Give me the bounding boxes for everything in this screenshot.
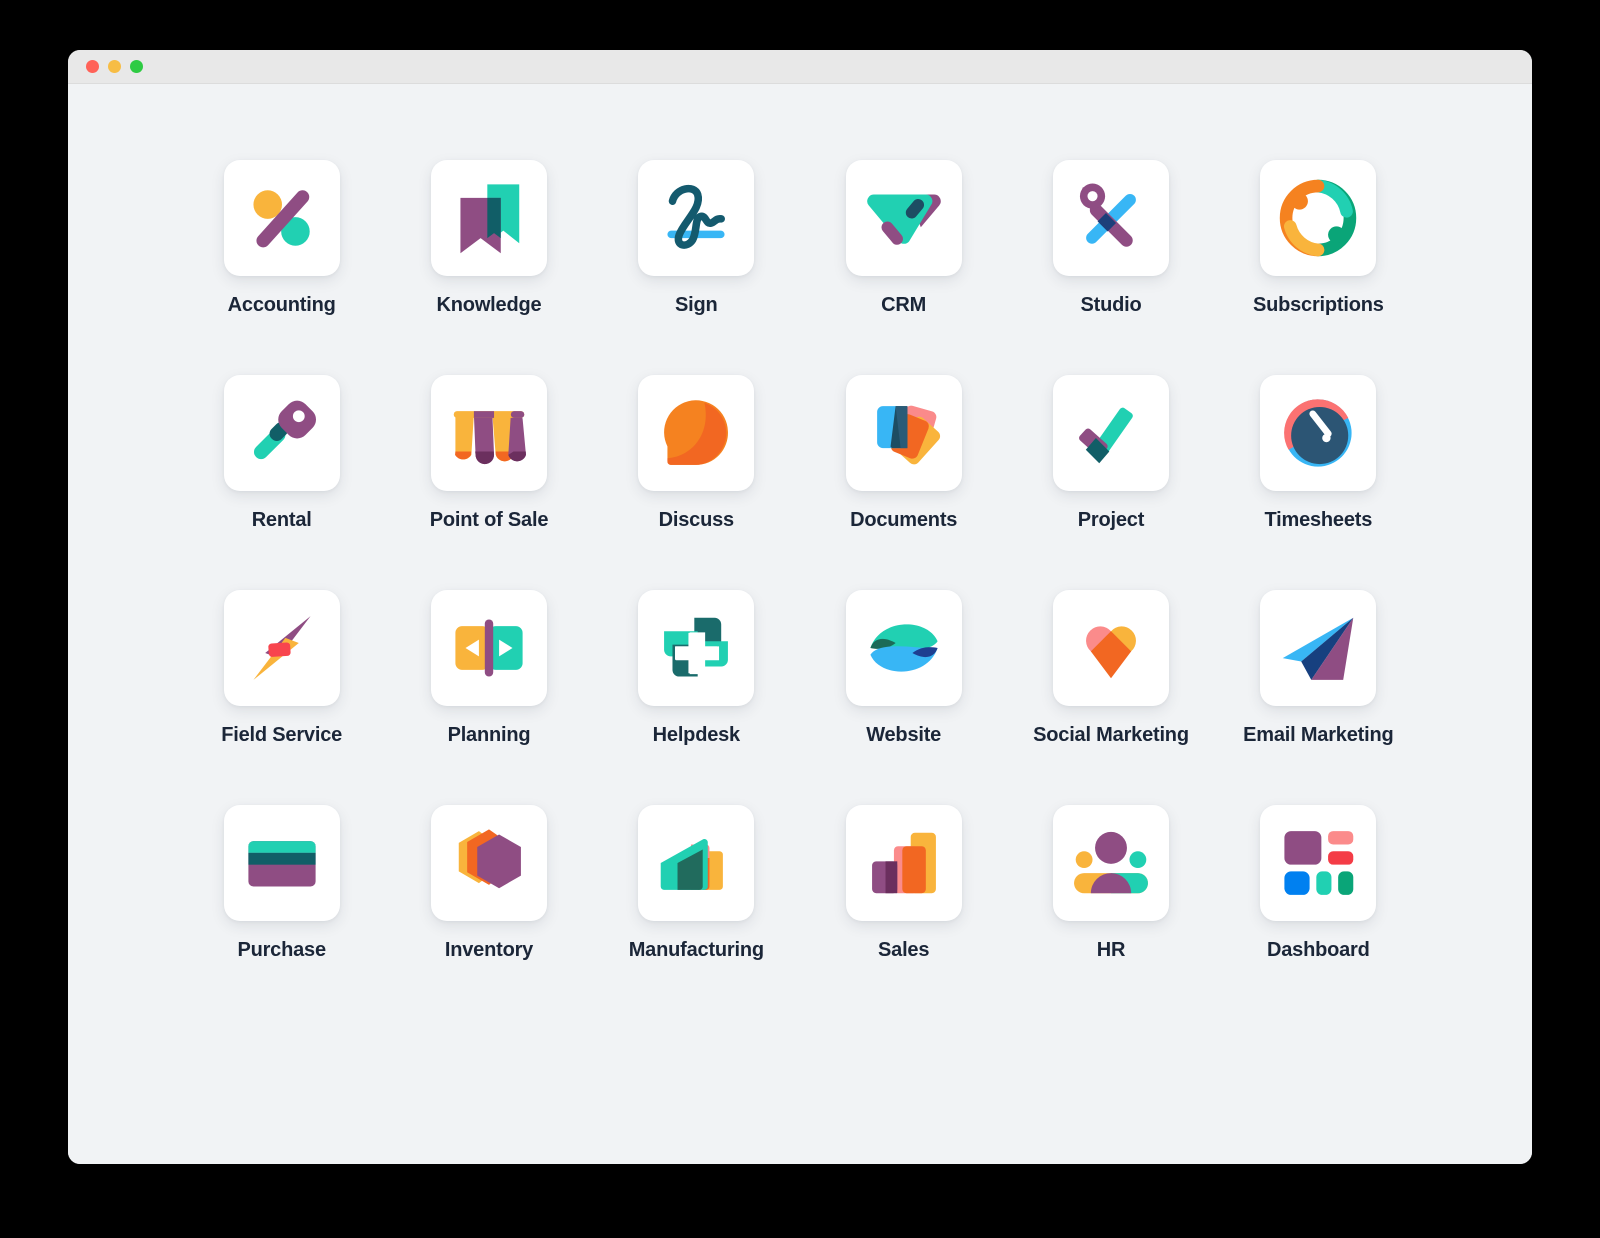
- discuss-icon[interactable]: [638, 375, 755, 491]
- app-item-inventory[interactable]: Inventory: [385, 805, 592, 1020]
- app-label: Documents: [850, 509, 958, 531]
- app-grid: Accounting Knowledge Sign CRM Studio Sub…: [178, 160, 1422, 1020]
- purchase-icon[interactable]: [223, 805, 340, 921]
- app-label: Dashboard: [1266, 939, 1370, 961]
- studio-icon[interactable]: [1052, 160, 1169, 276]
- dashboard-icon[interactable]: [1260, 805, 1377, 921]
- app-item-planning[interactable]: Planning: [385, 590, 592, 805]
- social-marketing-icon[interactable]: [1052, 590, 1169, 706]
- app-label: Planning: [447, 724, 531, 746]
- app-item-subscriptions[interactable]: Subscriptions: [1215, 160, 1422, 375]
- documents-icon[interactable]: [845, 375, 962, 491]
- zoom-window-button[interactable]: [130, 60, 143, 73]
- crm-icon[interactable]: [845, 160, 962, 276]
- app-item-rental[interactable]: Rental: [178, 375, 385, 590]
- app-item-dashboard[interactable]: Dashboard: [1215, 805, 1422, 1020]
- field-service-icon[interactable]: [223, 590, 340, 706]
- app-item-website[interactable]: Website: [800, 590, 1007, 805]
- window-titlebar: [68, 50, 1532, 84]
- app-item-documents[interactable]: Documents: [800, 375, 1007, 590]
- email-marketing-icon[interactable]: [1260, 590, 1377, 706]
- manufacturing-icon[interactable]: [638, 805, 755, 921]
- app-label: Manufacturing: [628, 939, 764, 961]
- app-label: Timesheets: [1264, 509, 1373, 531]
- app-label: Sales: [878, 939, 930, 961]
- project-icon[interactable]: [1052, 375, 1169, 491]
- app-item-hr[interactable]: HR: [1007, 805, 1214, 1020]
- app-item-social-marketing[interactable]: Social Marketing: [1007, 590, 1214, 805]
- app-window: Accounting Knowledge Sign CRM Studio Sub…: [68, 50, 1532, 1164]
- website-icon[interactable]: [845, 590, 962, 706]
- app-item-point-of-sale[interactable]: Point of Sale: [385, 375, 592, 590]
- app-grid-container: Accounting Knowledge Sign CRM Studio Sub…: [68, 84, 1532, 1164]
- app-label: Field Service: [221, 724, 343, 746]
- app-item-helpdesk[interactable]: Helpdesk: [593, 590, 800, 805]
- close-window-button[interactable]: [86, 60, 99, 73]
- timesheets-icon[interactable]: [1260, 375, 1377, 491]
- app-item-sales[interactable]: Sales: [800, 805, 1007, 1020]
- app-label: Helpdesk: [652, 724, 741, 746]
- hr-icon[interactable]: [1052, 805, 1169, 921]
- knowledge-icon[interactable]: [430, 160, 547, 276]
- app-item-project[interactable]: Project: [1007, 375, 1214, 590]
- app-label: Accounting: [227, 294, 336, 316]
- app-label: Email Marketing: [1243, 724, 1394, 746]
- app-label: Discuss: [658, 509, 735, 531]
- app-label: Sign: [675, 294, 718, 316]
- app-item-purchase[interactable]: Purchase: [178, 805, 385, 1020]
- planning-icon[interactable]: [430, 590, 547, 706]
- app-label: Rental: [251, 509, 312, 531]
- app-item-field-service[interactable]: Field Service: [178, 590, 385, 805]
- app-item-knowledge[interactable]: Knowledge: [385, 160, 592, 375]
- accounting-icon[interactable]: [223, 160, 340, 276]
- app-label: Social Marketing: [1033, 724, 1189, 746]
- app-label: Subscriptions: [1252, 294, 1384, 316]
- app-item-sign[interactable]: Sign: [593, 160, 800, 375]
- rental-icon[interactable]: [223, 375, 340, 491]
- app-label: Project: [1077, 509, 1145, 531]
- inventory-icon[interactable]: [430, 805, 547, 921]
- app-label: Website: [866, 724, 942, 746]
- app-item-crm[interactable]: CRM: [800, 160, 1007, 375]
- minimize-window-button[interactable]: [108, 60, 121, 73]
- app-label: CRM: [881, 294, 927, 316]
- app-item-accounting[interactable]: Accounting: [178, 160, 385, 375]
- subscriptions-icon[interactable]: [1260, 160, 1377, 276]
- helpdesk-icon[interactable]: [638, 590, 755, 706]
- app-label: HR: [1096, 939, 1126, 961]
- app-item-timesheets[interactable]: Timesheets: [1215, 375, 1422, 590]
- app-label: Point of Sale: [429, 509, 549, 531]
- sales-icon[interactable]: [845, 805, 962, 921]
- sign-icon[interactable]: [638, 160, 755, 276]
- app-label: Purchase: [237, 939, 326, 961]
- app-label: Knowledge: [436, 294, 542, 316]
- app-item-manufacturing[interactable]: Manufacturing: [593, 805, 800, 1020]
- app-label: Studio: [1080, 294, 1142, 316]
- app-item-studio[interactable]: Studio: [1007, 160, 1214, 375]
- app-item-email-marketing[interactable]: Email Marketing: [1215, 590, 1422, 805]
- point-of-sale-icon[interactable]: [430, 375, 547, 491]
- app-item-discuss[interactable]: Discuss: [593, 375, 800, 590]
- app-label: Inventory: [444, 939, 534, 961]
